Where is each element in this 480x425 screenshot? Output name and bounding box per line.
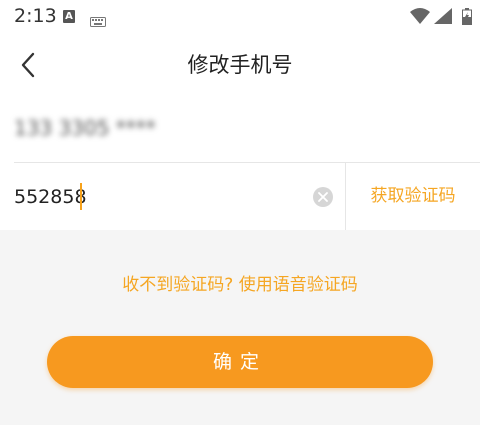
status-time: 2:13 (14, 5, 57, 27)
clear-icon (318, 192, 328, 202)
notification-a-icon: A (63, 10, 75, 23)
verification-code-input[interactable] (0, 163, 345, 230)
status-bar: 2:13 A (0, 0, 480, 34)
get-code-button[interactable]: 获取验证码 (346, 163, 480, 230)
phone-number-value[interactable]: 133 3305 **** (14, 116, 156, 140)
keyboard-icon (90, 12, 106, 31)
nav-bar: 修改手机号 (0, 34, 480, 96)
wifi-icon (410, 8, 430, 28)
new-phone-row[interactable]: 133 3305 **** (0, 96, 480, 162)
voice-code-link[interactable]: 收不到验证码? 使用语音验证码 (0, 270, 480, 295)
clear-input-button[interactable] (313, 187, 333, 207)
back-button[interactable] (14, 48, 46, 82)
confirm-button[interactable]: 确定 (47, 336, 433, 388)
code-row: 获取验证码 (0, 163, 480, 230)
text-cursor (80, 183, 82, 210)
signal-icon (434, 8, 452, 28)
page-title: 修改手机号 (187, 53, 293, 77)
chevron-left-icon (21, 52, 35, 78)
phone-form: 133 3305 **** 获取验证码 (0, 96, 480, 230)
battery-charging-icon (462, 8, 472, 29)
